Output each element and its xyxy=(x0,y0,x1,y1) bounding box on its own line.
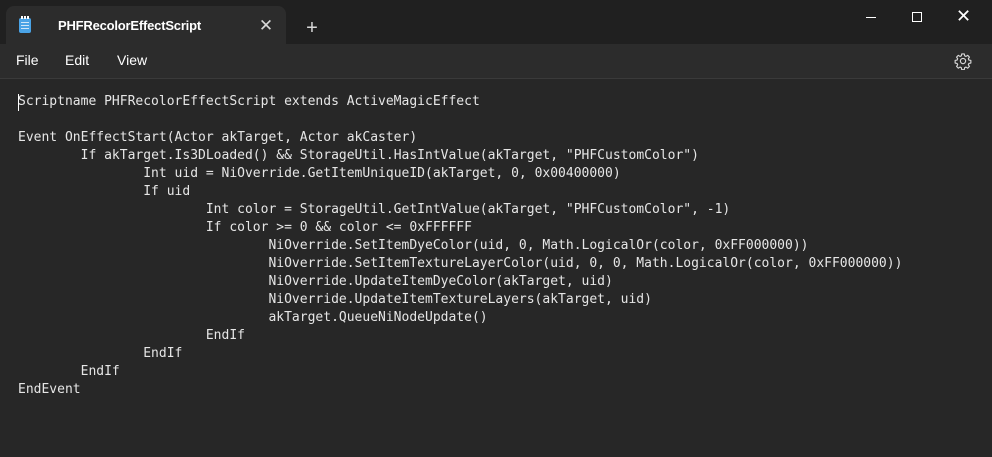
maximize-button[interactable] xyxy=(893,0,939,34)
close-tab-icon[interactable]: ✕ xyxy=(256,16,276,36)
menu-bar: File Edit View xyxy=(0,44,992,78)
title-bar[interactable]: PHFRecolorEffectScript ✕ + ✕ xyxy=(0,0,992,44)
gear-icon[interactable] xyxy=(954,52,972,70)
menu-file[interactable]: File xyxy=(16,52,39,68)
close-window-button[interactable]: ✕ xyxy=(940,0,986,34)
tab-title: PHFRecolorEffectScript xyxy=(58,18,201,33)
notepad-icon xyxy=(19,16,31,33)
menu-view[interactable]: View xyxy=(117,52,147,68)
minimize-icon xyxy=(866,17,876,18)
text-editor[interactable]: Scriptname PHFRecolorEffectScript extend… xyxy=(0,79,992,457)
text-caret xyxy=(18,94,19,111)
menu-edit[interactable]: Edit xyxy=(65,52,89,68)
notepad-window: PHFRecolorEffectScript ✕ + ✕ File Edit V… xyxy=(0,0,992,457)
minimize-button[interactable] xyxy=(848,0,894,34)
maximize-icon xyxy=(912,12,922,22)
tab-document[interactable]: PHFRecolorEffectScript ✕ xyxy=(6,6,286,44)
new-tab-button[interactable]: + xyxy=(300,18,324,42)
editor-text[interactable]: Scriptname PHFRecolorEffectScript extend… xyxy=(18,93,902,399)
close-icon: ✕ xyxy=(956,6,972,26)
